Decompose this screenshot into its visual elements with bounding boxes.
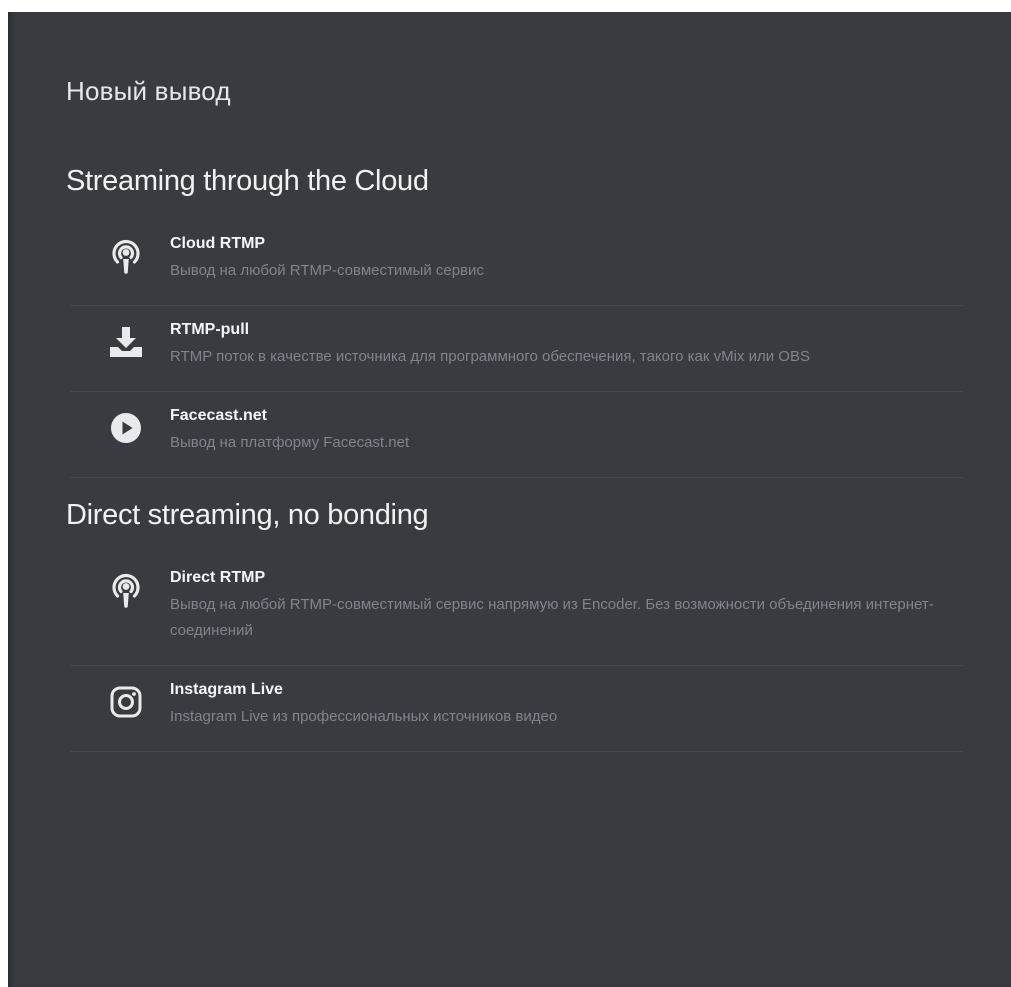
option-description: Instagram Live из профессиональных источ… (170, 708, 558, 725)
option-description: Вывод на любой RTMP-совместимый сервис (170, 262, 484, 279)
option-name: Direct RTMP (170, 569, 266, 586)
section-title: Streaming through the Cloud (66, 165, 429, 197)
option-name: Instagram Live (170, 681, 283, 698)
output-option-facecast[interactable]: Facecast.net Вывод на платформу Facecast… (70, 392, 963, 478)
section-direct-streaming: Direct streaming, no bonding Direct RTMP… (66, 498, 963, 752)
podcast-icon (104, 234, 148, 278)
option-description: Вывод на платформу Facecast.net (170, 434, 410, 451)
section-cloud-streaming: Streaming through the Cloud Cloud RTMP В… (66, 164, 963, 478)
output-option-rtmp-pull[interactable]: RTMP-pull RTMP поток в качестве источник… (70, 306, 963, 392)
play-circle-icon (104, 406, 148, 450)
output-option-instagram-live[interactable]: Instagram Live Instagram Live из професс… (70, 666, 963, 752)
option-name: Cloud RTMP (170, 235, 266, 252)
dialog-title: Новый вывод (66, 76, 231, 106)
option-description: RTMP поток в качестве источника для прог… (170, 348, 810, 365)
output-option-cloud-rtmp[interactable]: Cloud RTMP Вывод на любой RTMP-совместим… (70, 220, 963, 306)
option-name: Facecast.net (170, 407, 267, 424)
option-description: Вывод на любой RTMP-совместимый сервис н… (170, 596, 934, 639)
section-title: Direct streaming, no bonding (66, 499, 429, 531)
option-name: RTMP-pull (170, 321, 250, 338)
instagram-icon (104, 680, 148, 724)
download-icon (104, 320, 148, 364)
output-option-direct-rtmp[interactable]: Direct RTMP Вывод на любой RTMP-совмести… (70, 554, 963, 666)
new-output-dialog: Новый вывод Streaming through the Cloud … (8, 12, 1011, 987)
podcast-icon (104, 568, 148, 612)
